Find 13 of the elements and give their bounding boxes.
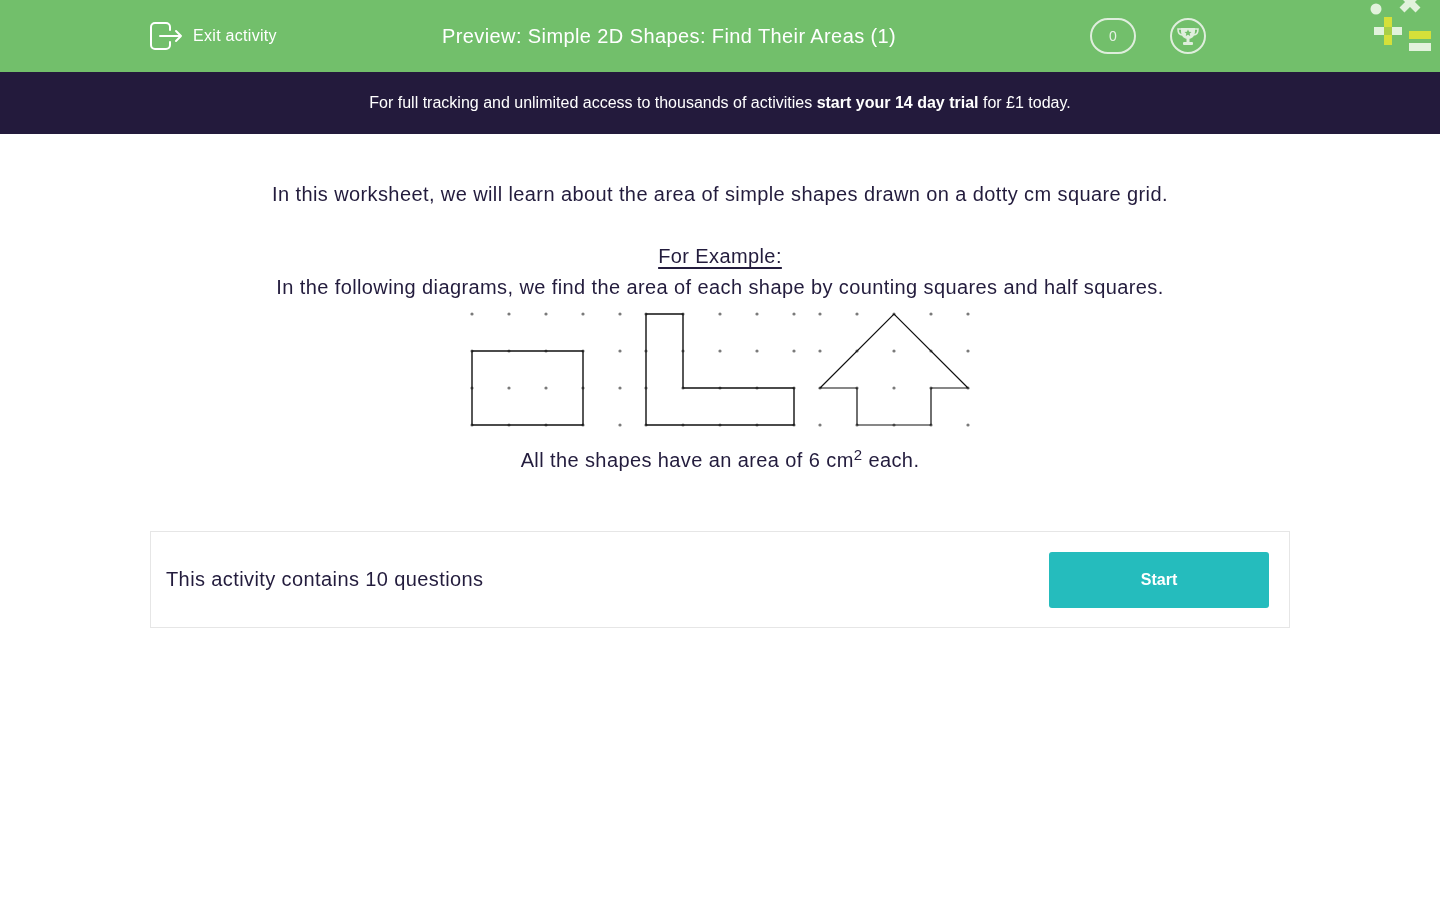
start-button[interactable]: Start: [1049, 551, 1269, 608]
activity-title: Preview: Simple 2D Shapes: Find Their Areas (1): [442, 24, 898, 49]
trial-message: For full tracking and unlimited access to thousands of activities start your 14 day trial for £1 today.: [369, 93, 1071, 113]
exit-activity-link[interactable]: Exit activity: [150, 22, 277, 50]
score-counter: 0: [1090, 18, 1136, 54]
area-caption: All the shapes have an area of 6 cm$^{2}$ each.: [520, 445, 920, 473]
question-count-text: This activity contains 10 questions: [166, 567, 484, 592]
example-text: In the following diagrams, we find the area of each shape by counting squares and half squares.: [276, 275, 1164, 300]
example-heading: For Example:: [658, 244, 782, 269]
intro-text: In this worksheet, we will learn about the area of simple shapes drawn on a dotty cm square grid.: [272, 182, 1168, 207]
trophy-icon[interactable]: [1170, 18, 1206, 54]
logo-icon[interactable]: [1368, 0, 1434, 54]
exit-icon: [150, 22, 183, 50]
